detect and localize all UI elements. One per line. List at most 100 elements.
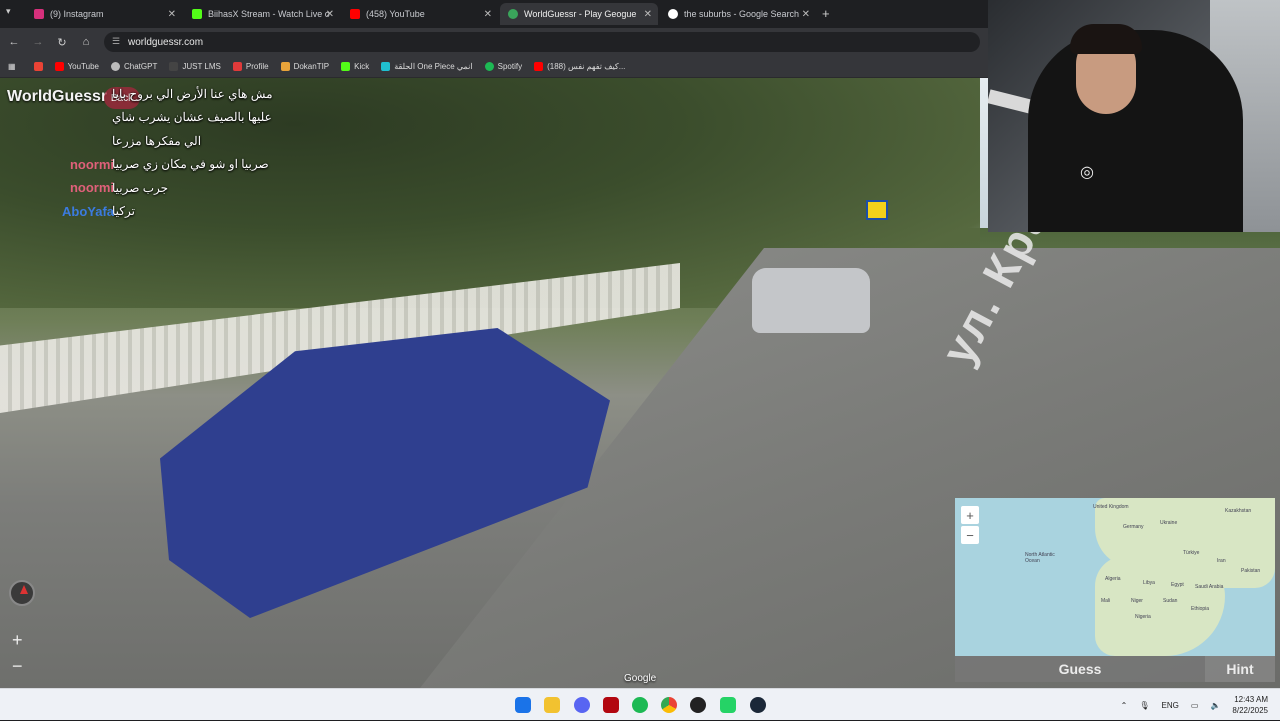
bookmark-youtube-video[interactable]: (188) كيف تفهم نفس... xyxy=(534,62,625,71)
guess-controls: Guess Hint xyxy=(955,656,1275,682)
close-icon[interactable]: ✕ xyxy=(168,9,176,20)
lms-icon xyxy=(169,62,179,71)
streamer-webcam: ◎ xyxy=(988,0,1280,232)
chat-message: عليها بالصيف عشان يشرب شاي xyxy=(0,106,300,130)
guess-button[interactable]: Guess xyxy=(955,656,1205,682)
browser-tab-bar: ▾ (9) Instagram ✕ BiihasX Stream - Watch… xyxy=(0,0,988,28)
tab-title: the suburbs - Google Search xyxy=(684,9,800,19)
bookmark-label: Profile xyxy=(245,62,269,71)
chat-text: صربيا او شو في مكان زي صربيا xyxy=(112,157,269,172)
kick-icon xyxy=(341,62,351,71)
streamer-hair xyxy=(1070,24,1142,54)
steam-icon[interactable] xyxy=(750,697,766,713)
spotify-icon xyxy=(484,62,494,71)
bookmark-label: JUST LMS xyxy=(182,62,221,71)
site-info-icon[interactable]: ☰ xyxy=(112,36,120,47)
volume-icon[interactable]: 🔈 xyxy=(1210,701,1220,710)
tab-instagram[interactable]: (9) Instagram ✕ xyxy=(26,3,182,25)
guess-minimap[interactable]: United Kingdom Germany Ukraine Kazakhsta… xyxy=(955,498,1275,656)
network-icon[interactable]: ▭ xyxy=(1191,701,1199,710)
google-watermark: Google xyxy=(624,673,657,684)
discord-icon[interactable] xyxy=(574,697,590,713)
chat-text: مش هاي عنا الأرض الي بروح بابا xyxy=(112,86,273,101)
forward-arrow-icon[interactable]: → xyxy=(26,36,50,48)
microphone-icon[interactable]: 🎙 xyxy=(1139,701,1149,710)
compass-icon[interactable] xyxy=(9,580,35,606)
chat-username: AboYafa xyxy=(61,203,114,219)
bookmark-just-lms[interactable]: JUST LMS xyxy=(169,62,221,71)
windows-start-icon[interactable] xyxy=(515,697,531,713)
chat-username: noormi xyxy=(69,156,114,172)
chevron-up-icon[interactable]: ⌃ xyxy=(1121,701,1128,710)
bookmark-kick[interactable]: Kick xyxy=(341,62,369,71)
chatgpt-icon xyxy=(111,62,120,71)
bookmark-label: DokanTIP xyxy=(293,62,330,71)
map-label: United Kingdom xyxy=(1093,504,1129,510)
file-explorer-icon[interactable] xyxy=(544,697,560,713)
bookmark-label: ChatGPT xyxy=(124,62,158,71)
map-label: Sudan xyxy=(1163,598,1178,604)
shirt-logo-icon: ◎ xyxy=(1080,164,1094,181)
map-label: Ukraine xyxy=(1160,520,1178,526)
tab-title: (9) Instagram xyxy=(50,9,104,19)
youtube-icon xyxy=(54,62,64,71)
chrome-icon[interactable] xyxy=(661,697,677,713)
bookmark-spotify[interactable]: Spotify xyxy=(484,62,522,71)
map-zoom-in-button[interactable]: + xyxy=(961,506,979,524)
tab-kick[interactable]: BiihasX Stream - Watch Live on ✕ xyxy=(184,3,340,25)
chat-message: AboYafa تركيا xyxy=(0,200,300,224)
windows-taskbar: ⌃ 🎙 ENG ▭ 🔈 12:43 AM 8/22/2025 xyxy=(0,688,1280,720)
bookmark-dokantip[interactable]: DokanTIP xyxy=(280,62,330,71)
spotify-icon[interactable] xyxy=(632,697,648,713)
bookmark-youtube[interactable]: YouTube xyxy=(54,62,99,71)
map-label: Germany xyxy=(1123,524,1144,530)
bookmark-label: الحلقة One Piece انمي xyxy=(394,62,473,71)
whatsapp-icon[interactable] xyxy=(720,697,736,713)
kick-icon xyxy=(192,9,202,19)
close-icon[interactable]: ✕ xyxy=(802,9,810,20)
new-tab-button[interactable]: + xyxy=(822,6,830,21)
map-label: Egypt xyxy=(1171,582,1184,588)
gmail-icon xyxy=(33,62,43,71)
tab-search-icon[interactable]: ▾ xyxy=(6,6,11,17)
tab-youtube[interactable]: (458) YouTube ✕ xyxy=(342,3,498,25)
youtube-icon xyxy=(534,62,544,71)
tab-title: WorldGuessr - Play Geoguessr xyxy=(524,9,636,19)
close-icon[interactable]: ✕ xyxy=(484,9,492,20)
back-arrow-icon[interactable]: ← xyxy=(2,36,26,48)
obs-icon[interactable] xyxy=(690,697,706,713)
chat-username: noormi xyxy=(69,180,114,196)
bookmark-chatgpt[interactable]: ChatGPT xyxy=(111,62,157,71)
map-label: Niger xyxy=(1131,598,1143,604)
map-label: Pakistan xyxy=(1241,568,1261,574)
tab-worldguessr[interactable]: WorldGuessr - Play Geoguessr ✕ xyxy=(500,3,658,25)
zoom-in-button[interactable]: + xyxy=(12,630,23,651)
bookmark-label: (188) كيف تفهم نفس... xyxy=(547,62,626,71)
zoom-out-button[interactable]: − xyxy=(12,656,23,677)
close-icon[interactable]: ✕ xyxy=(644,9,652,20)
language-indicator[interactable]: ENG xyxy=(1162,701,1179,710)
stream-chat-overlay: مش هاي عنا الأرض الي بروح بابا عليها بال… xyxy=(0,82,300,223)
close-icon[interactable]: ✕ xyxy=(326,9,334,20)
bookmark-gmail[interactable] xyxy=(33,62,43,71)
map-zoom-out-button[interactable]: − xyxy=(961,526,979,544)
hint-button[interactable]: Hint xyxy=(1205,656,1275,682)
url-bar[interactable]: ☰ worldguessr.com xyxy=(104,32,980,52)
date: 8/22/2025 xyxy=(1232,706,1268,715)
chat-message: مش هاي عنا الأرض الي بروح بابا xyxy=(0,82,300,106)
instagram-icon xyxy=(34,9,44,19)
reload-icon[interactable]: ↻ xyxy=(50,36,74,49)
tab-title: BiihasX Stream - Watch Live on xyxy=(208,9,330,19)
map-label: North Atlantic Ocean xyxy=(1025,552,1055,564)
clock[interactable]: 12:43 AM 8/22/2025 xyxy=(1232,694,1268,716)
map-land-asia xyxy=(1185,528,1275,588)
home-icon[interactable]: ⌂ xyxy=(74,36,98,48)
bookmarks-bar: ▦ YouTube ChatGPT JUST LMS Profile Dokan… xyxy=(0,56,988,78)
dokan-icon xyxy=(280,62,290,71)
apps-grid-icon[interactable]: ▦ xyxy=(8,62,16,71)
bookmark-anime[interactable]: الحلقة One Piece انمي xyxy=(381,62,473,71)
netflix-icon[interactable] xyxy=(603,697,619,713)
crosswalk-sign xyxy=(866,200,888,220)
bookmark-profile[interactable]: Profile xyxy=(232,62,269,71)
tab-google-search[interactable]: the suburbs - Google Search ✕ xyxy=(660,3,816,25)
